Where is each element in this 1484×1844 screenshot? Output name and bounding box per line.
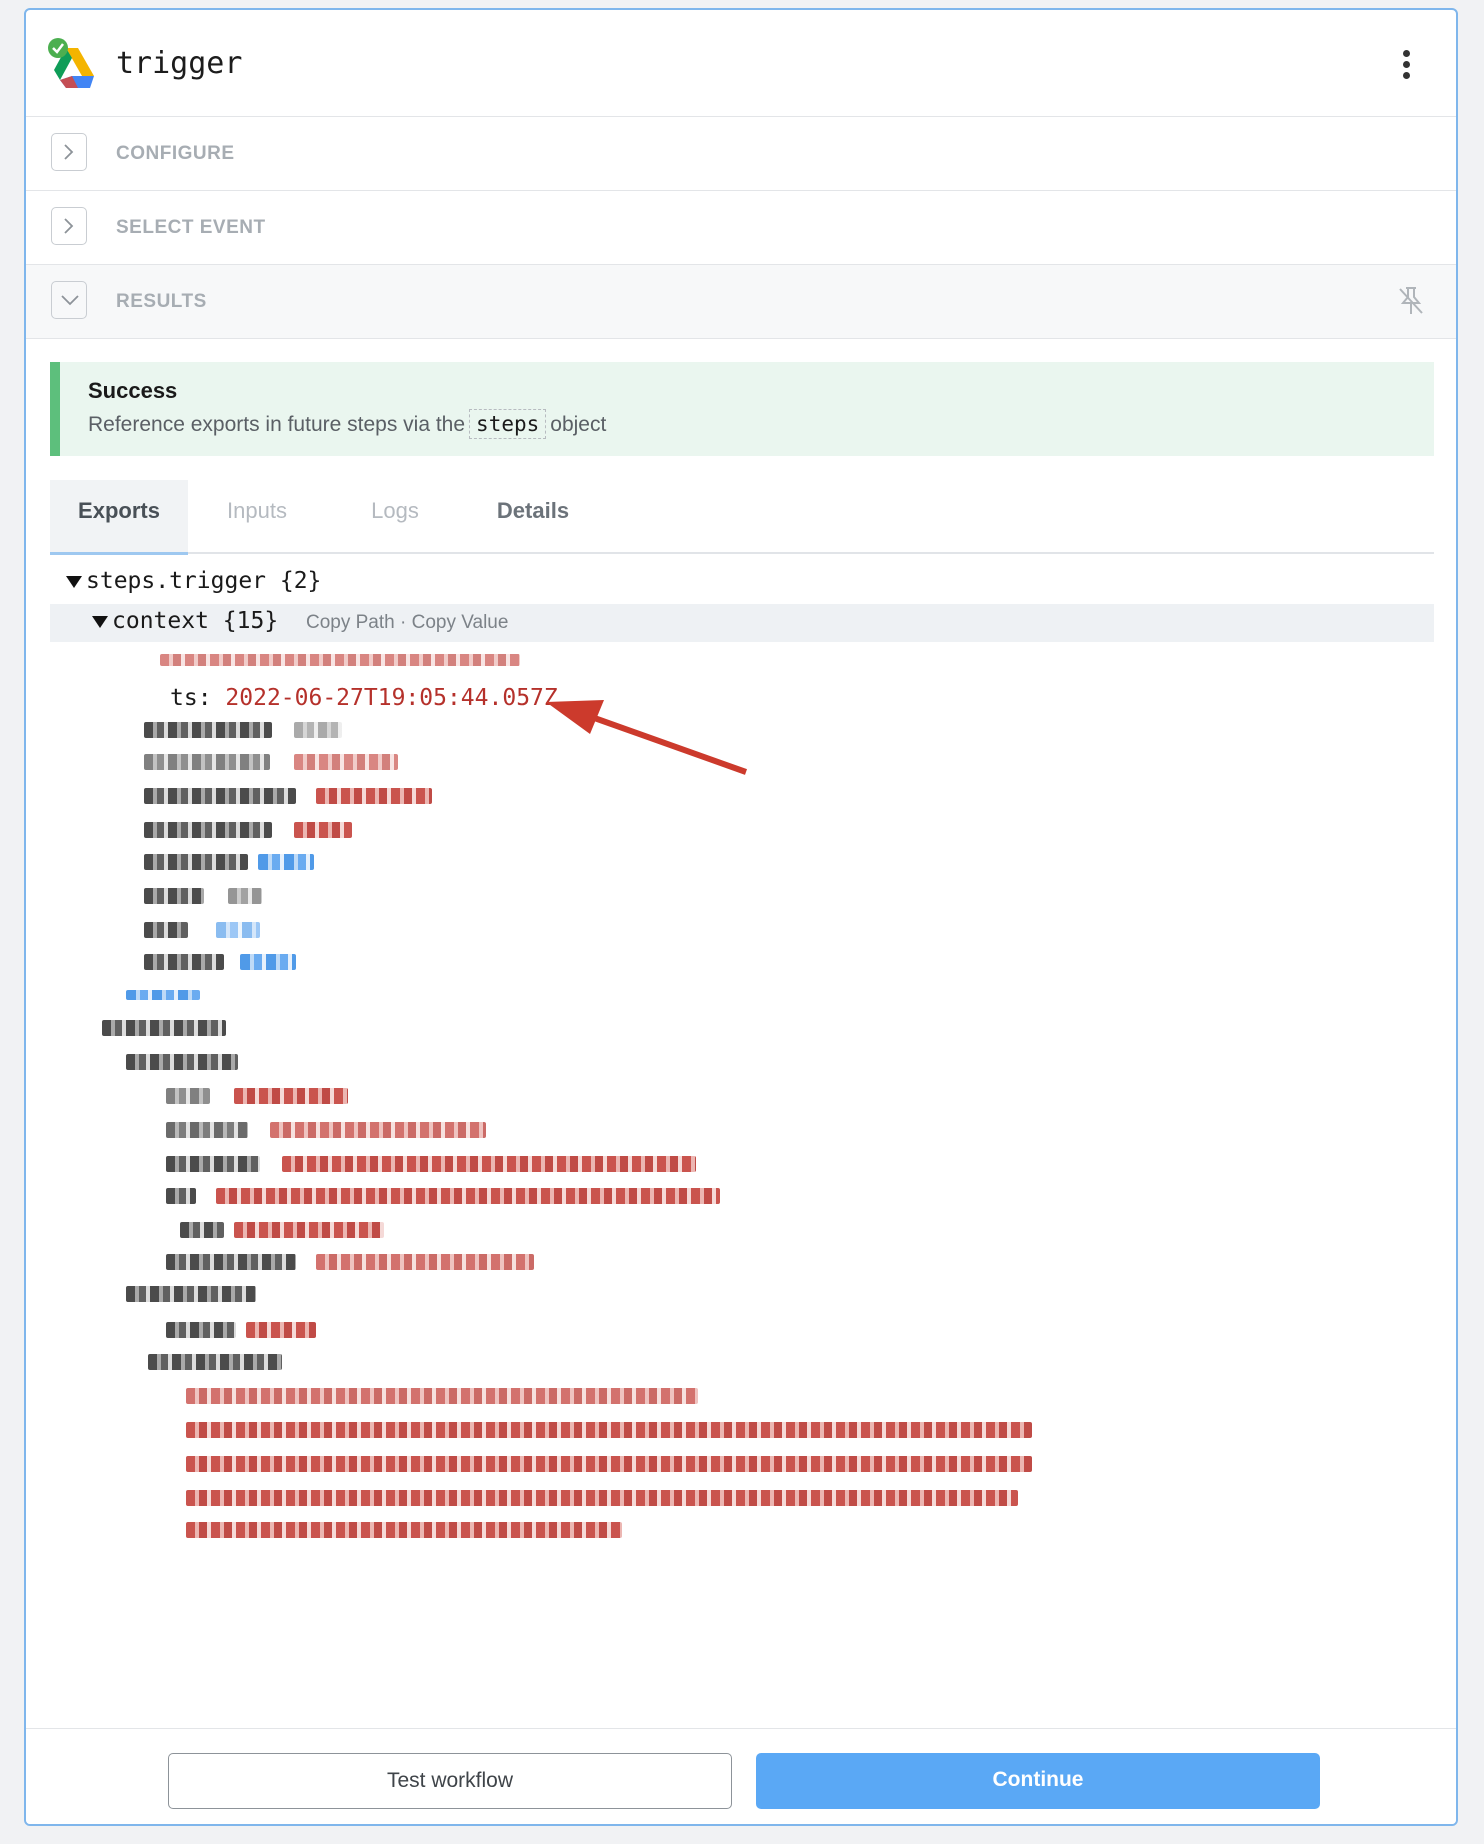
footer-actions: Test workflow Continue xyxy=(26,1728,1456,1824)
continue-button[interactable]: Continue xyxy=(756,1753,1320,1809)
annotation-arrow-icon xyxy=(546,700,748,775)
test-workflow-button[interactable]: Test workflow xyxy=(168,1753,732,1809)
trigger-step-panel: trigger CONFIGURE SELECT EVENT RESULTS S… xyxy=(24,8,1458,1826)
